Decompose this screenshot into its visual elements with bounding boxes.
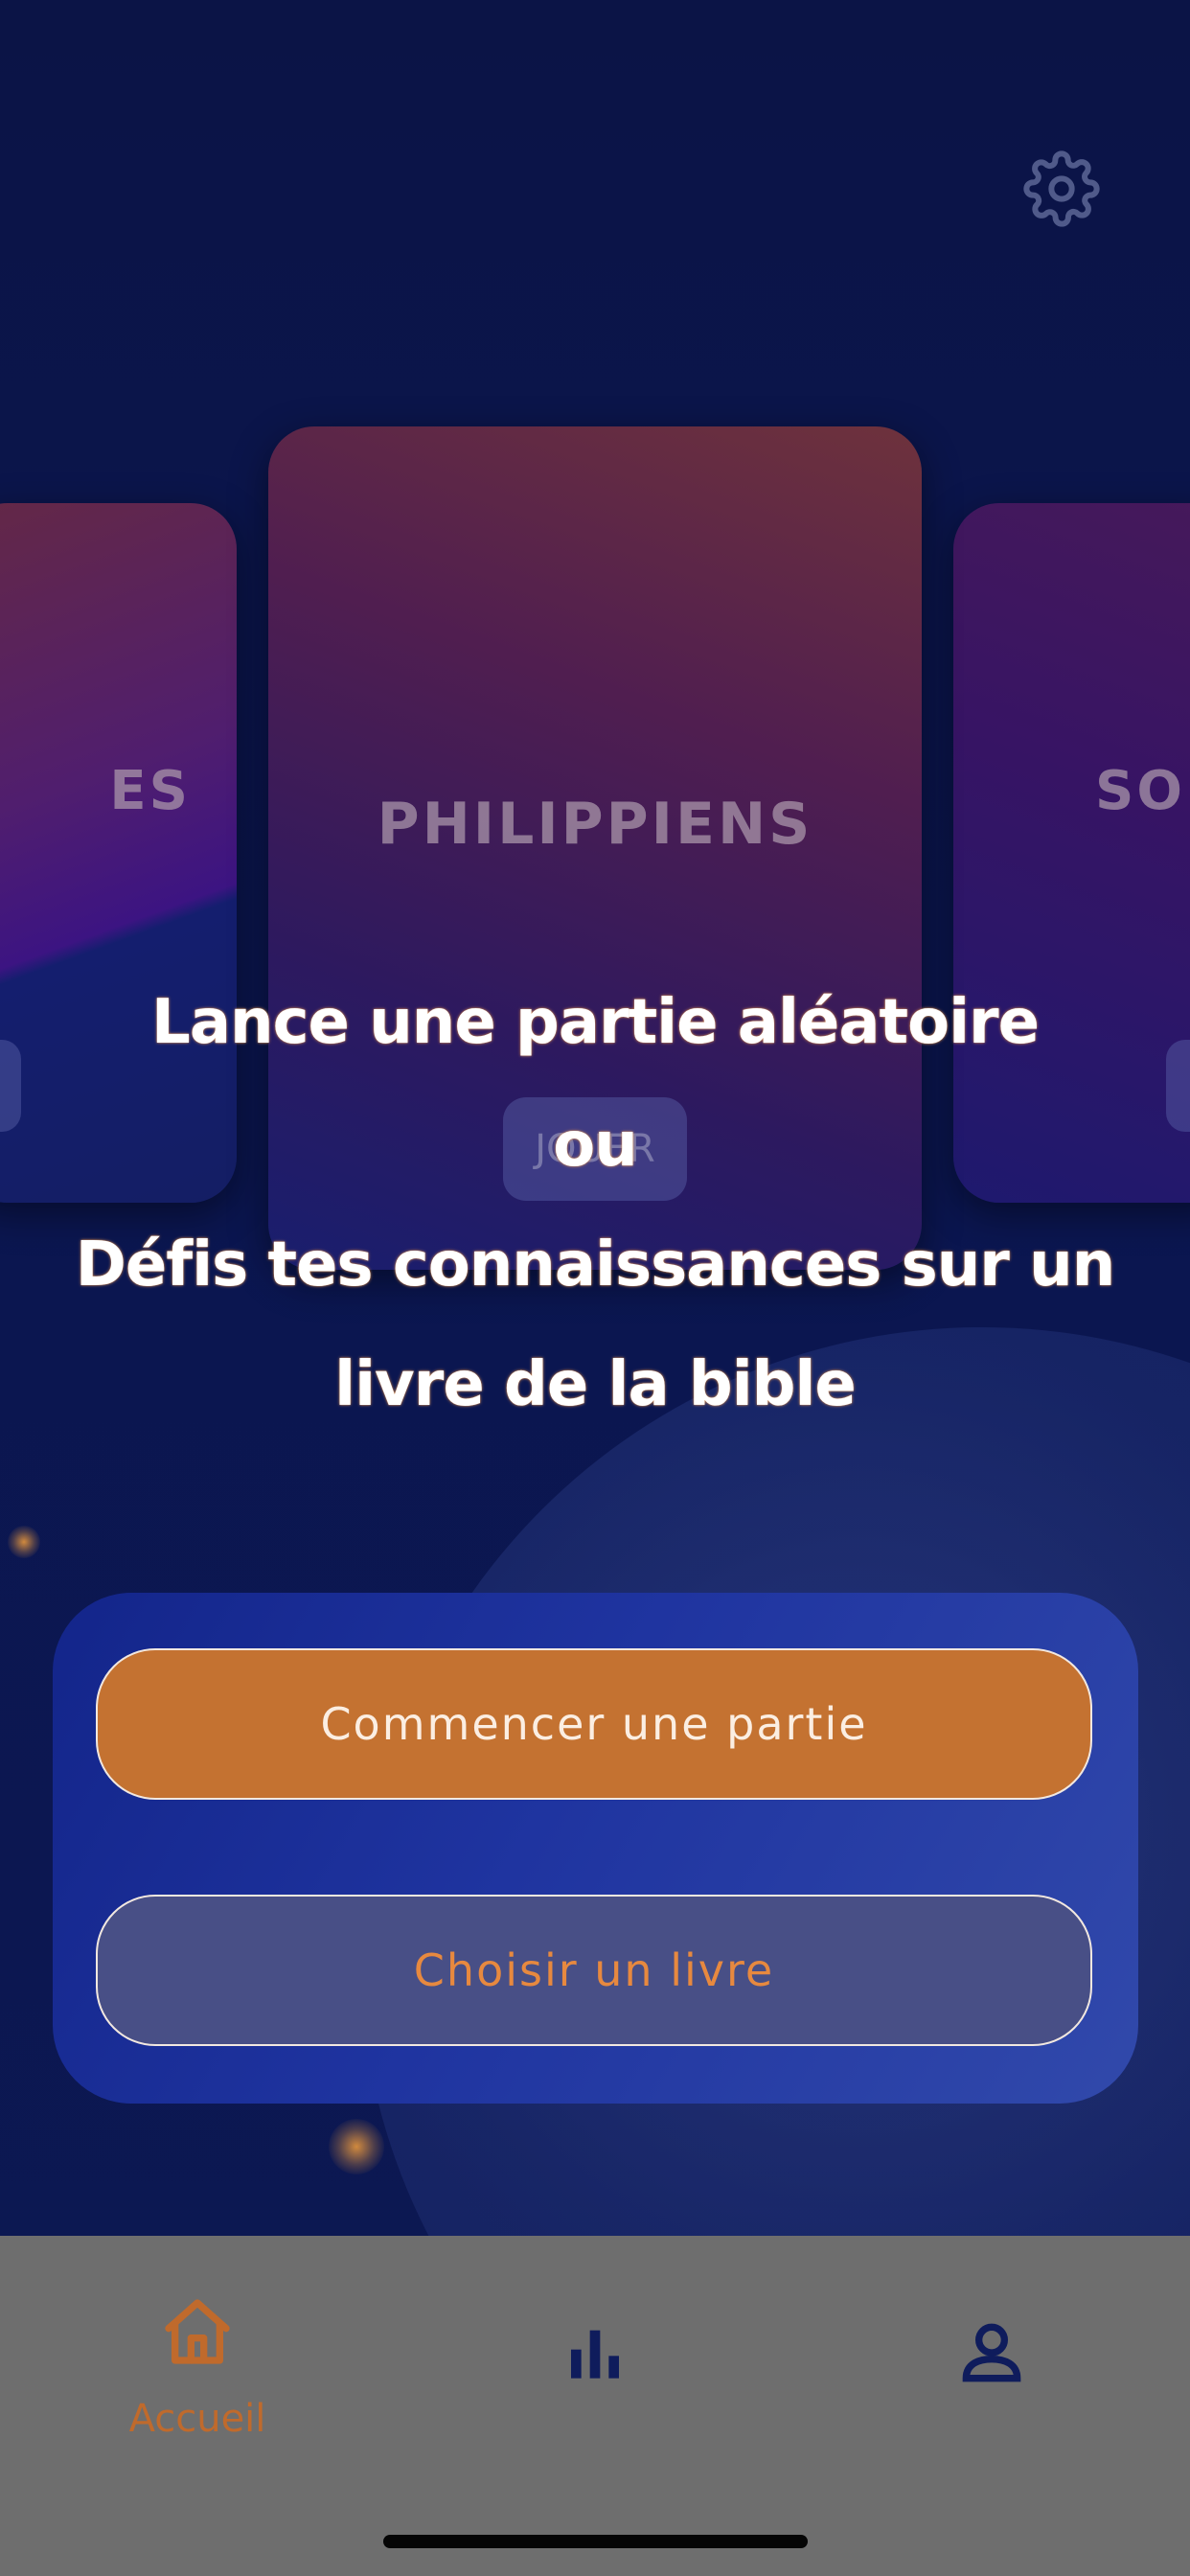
book-card-title: PHILIPPIENS (377, 791, 813, 858)
glow-dot (8, 1526, 40, 1558)
tab-home-label: Accueil (128, 2397, 266, 2441)
tab-profile[interactable] (886, 2293, 1097, 2485)
headline-line-3: Défis tes connaissances sur un (75, 1230, 1116, 1300)
book-card-left-button[interactable] (0, 1040, 21, 1132)
bottom-tab-bar: Accueil (0, 2236, 1190, 2576)
tab-home[interactable]: Accueil (92, 2293, 303, 2485)
choose-book-button[interactable]: Choisir un livre (96, 1895, 1092, 2046)
profile-icon (962, 2323, 1021, 2382)
gear-icon[interactable] (1023, 150, 1100, 227)
book-card-title: SOP (1095, 760, 1190, 822)
book-card-right[interactable]: SOP (953, 503, 1190, 1203)
headline-line-1: Lance une partie aléatoire (151, 987, 1040, 1058)
book-card-left[interactable]: ES (0, 503, 237, 1203)
start-game-button[interactable]: Commencer une partie (96, 1648, 1092, 1800)
glow-dot (329, 2119, 384, 2174)
book-card-title: ES (109, 760, 191, 822)
headline-line-4: livre de la bible (334, 1349, 857, 1420)
action-panel: Commencer une partie Choisir un livre (53, 1593, 1138, 2104)
home-icon (165, 2299, 230, 2364)
book-card-right-button[interactable] (1166, 1040, 1190, 1132)
home-indicator[interactable] (383, 2535, 808, 2548)
stats-icon (571, 2330, 619, 2379)
tab-stats[interactable] (490, 2293, 700, 2485)
headline-line-2: ou (553, 1110, 638, 1181)
home-screen: ES SOP PHILIPPIENS JOUER Lance une parti… (0, 0, 1190, 2576)
